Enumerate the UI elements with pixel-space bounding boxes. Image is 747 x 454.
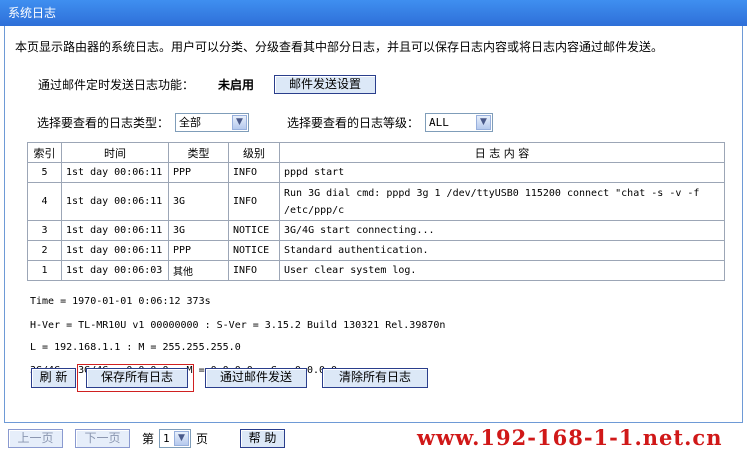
log-message: 3G/4G start connecting...	[279, 220, 725, 241]
mail-label: 通过邮件定时发送日志功能：	[38, 77, 195, 92]
table-row: 2 1st day 00:06:11 PPP NOTICE Standard a…	[27, 240, 725, 261]
highlight-box	[77, 364, 194, 392]
log-message: Run 3G dial cmd: pppd 3g 1 /dev/ttyUSB0 …	[279, 182, 725, 221]
log-type: PPP	[168, 240, 229, 261]
log-index: 3	[27, 220, 62, 241]
table-row: 5 1st day 00:06:11 PPP INFO pppd start	[27, 162, 725, 183]
log-message: Standard authentication.	[279, 240, 725, 261]
help-button[interactable]: 帮 助	[240, 428, 286, 448]
info-lan: L = 192.168.1.1 : M = 255.255.255.0	[30, 342, 241, 353]
mail-settings-button[interactable]: 邮件发送设置	[274, 74, 377, 94]
column-header-level: 级别	[228, 142, 280, 163]
page-suffix: 页	[196, 431, 209, 446]
log-level: INFO	[228, 182, 280, 221]
table-row: 3 1st day 00:06:11 3G NOTICE 3G/4G start…	[27, 220, 725, 241]
log-type: PPP	[168, 162, 229, 183]
chevron-down-icon[interactable]: ▼	[232, 114, 248, 130]
mail-status: 未启用	[218, 77, 255, 92]
log-type: 3G	[168, 220, 229, 241]
level-select[interactable]: ALL ▼	[425, 112, 494, 132]
log-table: 索引 时间 类型 级别 日 志 内 容 5 1st day 00:06:11 P…	[27, 142, 725, 281]
column-header-time: 时间	[61, 142, 169, 163]
clear-all-logs-button[interactable]: 清除所有日志	[322, 368, 428, 388]
page-select[interactable]: 1 ▼	[159, 428, 192, 448]
send-mail-button[interactable]: 通过邮件发送	[205, 368, 307, 388]
log-level: NOTICE	[228, 220, 280, 241]
log-index: 1	[27, 260, 62, 281]
level-select-value: ALL	[429, 115, 449, 129]
log-message: pppd start	[279, 162, 725, 183]
log-level: NOTICE	[228, 240, 280, 261]
refresh-button[interactable]: 刷 新	[31, 368, 76, 388]
column-header-index: 索引	[27, 142, 62, 163]
level-filter: 选择要查看的日志等级： ALL ▼	[287, 112, 494, 132]
table-header-row: 索引 时间 类型 级别 日 志 内 容	[27, 142, 725, 163]
chevron-down-icon[interactable]: ▼	[174, 430, 190, 446]
mail-row: 通过邮件定时发送日志功能： 未启用 邮件发送设置	[38, 74, 377, 94]
log-index: 5	[27, 162, 62, 183]
column-header-message: 日 志 内 容	[279, 142, 725, 163]
next-page-button[interactable]: 下一页	[75, 428, 130, 448]
type-filter: 选择要查看的日志类型： 全部 ▼	[37, 112, 250, 132]
page-prefix: 第	[142, 431, 155, 446]
pager: 上一页 下一页 第 1 ▼ 页 帮 助	[8, 428, 286, 448]
log-type: 其他	[168, 260, 229, 281]
table-row: 1 1st day 00:06:03 其他 INFO User clear sy…	[27, 260, 725, 281]
log-level: INFO	[228, 162, 280, 183]
page-description: 本页显示路由器的系统日志。用户可以分类、分级查看其中部分日志，并且可以保存日志内…	[15, 40, 664, 54]
log-time: 1st day 00:06:11	[61, 162, 169, 183]
info-time: Time = 1970-01-01 0:06:12 373s	[30, 296, 211, 307]
log-level: INFO	[228, 260, 280, 281]
type-filter-label: 选择要查看的日志类型：	[37, 115, 170, 130]
log-time: 1st day 00:06:11	[61, 220, 169, 241]
log-time: 1st day 00:06:11	[61, 182, 169, 221]
watermark: www.192-168-1-1.net.cn	[417, 425, 723, 450]
log-message: User clear system log.	[279, 260, 725, 281]
log-type: 3G	[168, 182, 229, 221]
type-select-value: 全部	[179, 116, 202, 129]
info-version: H-Ver = TL-MR10U v1 00000000 : S-Ver = 3…	[30, 320, 446, 331]
log-index: 2	[27, 240, 62, 261]
log-time: 1st day 00:06:03	[61, 260, 169, 281]
table-row: 4 1st day 00:06:11 3G INFO Run 3G dial c…	[27, 182, 725, 221]
log-index: 4	[27, 182, 62, 221]
page-select-value: 1	[163, 431, 170, 445]
chevron-down-icon[interactable]: ▼	[476, 114, 492, 130]
level-filter-label: 选择要查看的日志等级：	[287, 115, 420, 130]
column-header-type: 类型	[168, 142, 229, 163]
window-title: 系统日志	[0, 0, 747, 26]
prev-page-button[interactable]: 上一页	[8, 428, 63, 448]
type-select[interactable]: 全部 ▼	[175, 112, 250, 132]
log-time: 1st day 00:06:11	[61, 240, 169, 261]
